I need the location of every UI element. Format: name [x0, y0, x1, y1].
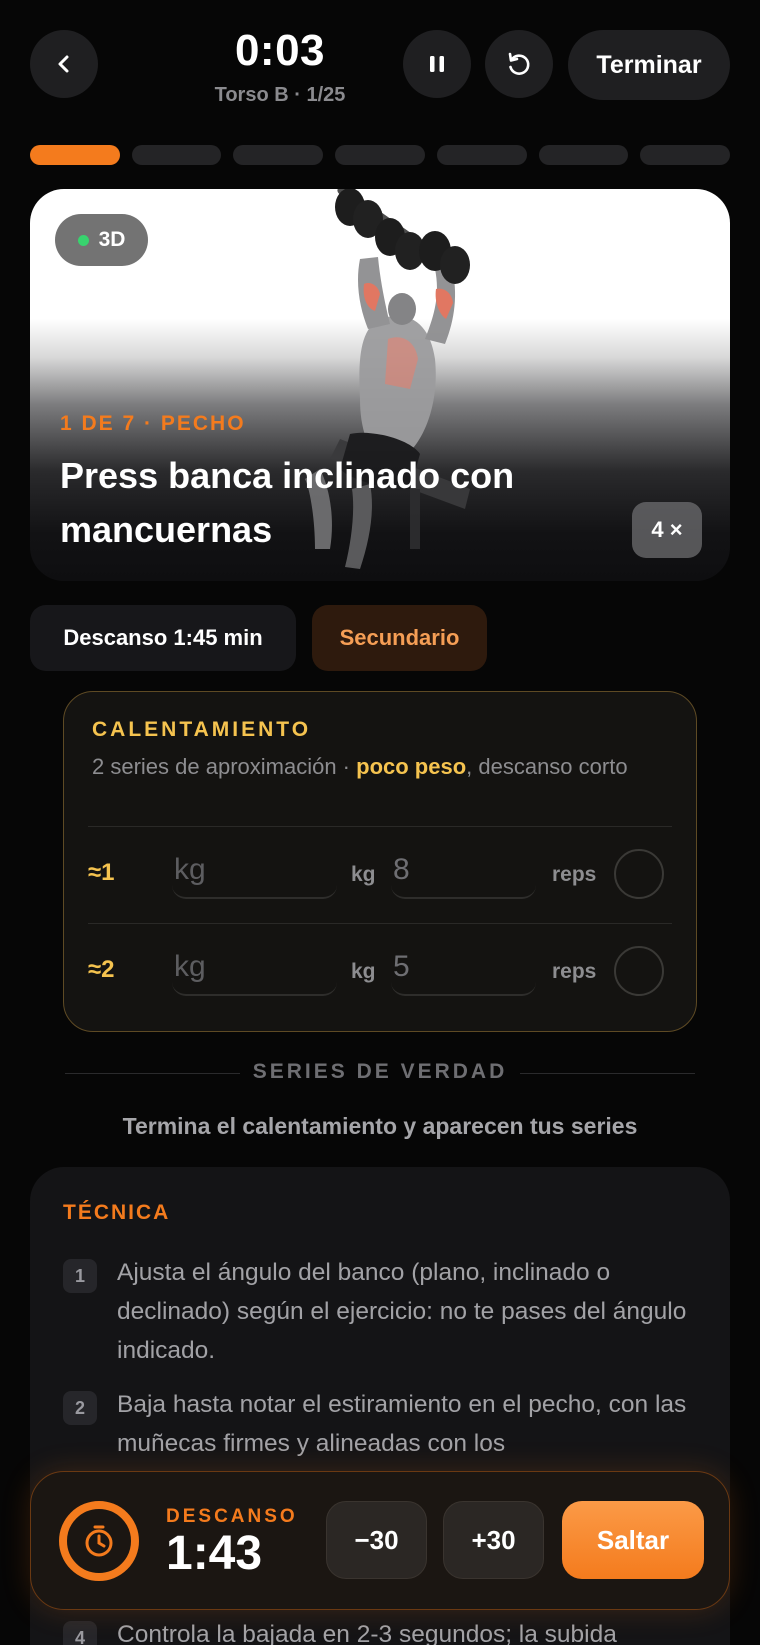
progress-segment — [335, 145, 425, 165]
pause-button[interactable] — [403, 30, 471, 98]
progress-segment — [538, 145, 629, 165]
exercise-role-tag: Secundario — [312, 605, 487, 671]
set-complete-checkbox[interactable] — [614, 946, 664, 996]
3d-toggle[interactable]: 3D — [55, 214, 148, 266]
sets-badge: 4 × — [632, 502, 702, 558]
set-complete-checkbox[interactable] — [614, 849, 664, 899]
warmup-row: ≈2 kg kg 5 reps — [64, 926, 696, 1016]
separator-line — [65, 1073, 240, 1074]
technique-title: TÉCNICA — [63, 1201, 171, 1224]
real-sets-heading: SERIES DE VERDAD — [252, 1060, 508, 1083]
warmup-desc-highlight: poco peso — [356, 754, 467, 779]
top-bar: 0:03 Torso B · 1/25 Terminar — [30, 26, 730, 106]
exercise-hero-card[interactable]: 3D 1 DE 7 · PECHO Press banca inclinado … — [30, 189, 730, 581]
restart-button[interactable] — [485, 30, 553, 98]
warmup-card: CALENTAMIENTO 2 series de aproximación ·… — [63, 691, 697, 1032]
step-text: Ajusta el ángulo del banco (plano, incli… — [117, 1259, 687, 1364]
stopwatch-icon — [85, 1525, 113, 1557]
progress-segment — [640, 145, 731, 165]
exercise-kicker: 1 DE 7 · PECHO — [60, 412, 246, 435]
finish-button[interactable]: Terminar — [568, 30, 730, 100]
reps-input[interactable]: 8 — [391, 849, 536, 899]
back-button[interactable] — [30, 30, 98, 98]
live-dot-icon — [77, 234, 89, 246]
warmup-set-label: ≈2 — [88, 956, 115, 983]
divider — [88, 826, 672, 827]
warmup-title: CALENTAMIENTO — [92, 718, 312, 741]
rest-countdown: 1:43 — [166, 1527, 263, 1580]
rest-duration-tag: Descanso 1:45 min — [30, 605, 296, 671]
workout-timer: 0:03 — [234, 26, 326, 75]
warmup-desc-prefix: 2 series de aproximación · — [92, 754, 357, 779]
workout-subtitle: Torso B · 1/25 — [214, 84, 346, 106]
subtract-30-button[interactable]: −30 — [326, 1501, 427, 1579]
step-text: Controla la bajada en 2-3 segundos; la s… — [117, 1621, 617, 1645]
progress-segment — [436, 145, 527, 165]
real-sets-hint: Termina el calentamiento y aparecen tus … — [122, 1113, 638, 1139]
warmup-row: ≈1 kg kg 8 reps — [64, 829, 696, 919]
warmup-description: 2 series de aproximación · poco peso, de… — [92, 750, 662, 783]
progress-segment — [233, 145, 324, 165]
step-number: 4 — [63, 1621, 97, 1645]
step-number: 2 — [63, 1391, 97, 1425]
exercise-progress — [30, 145, 731, 165]
pause-icon — [430, 56, 444, 72]
rest-timer-bar: DESCANSO 1:43 −30 +30 Saltar — [30, 1471, 730, 1610]
progress-segment — [131, 145, 222, 165]
exercise-title: Press banca inclinado con mancuernas — [60, 455, 515, 550]
weight-input[interactable]: kg — [172, 946, 337, 996]
3d-label: 3D — [98, 228, 126, 251]
reps-unit: reps — [552, 863, 597, 886]
step-text: Baja hasta notar el estiramiento en el p… — [117, 1391, 687, 1457]
weight-unit: kg — [351, 863, 376, 886]
rest-label: DESCANSO — [166, 1506, 298, 1527]
restart-icon — [508, 52, 530, 75]
add-30-button[interactable]: +30 — [443, 1501, 544, 1579]
step-number: 1 — [63, 1259, 97, 1293]
skip-rest-button[interactable]: Saltar — [562, 1501, 704, 1579]
separator-line — [520, 1073, 695, 1074]
warmup-set-label: ≈1 — [88, 859, 115, 886]
warmup-desc-suffix: , descanso corto — [466, 754, 628, 779]
weight-unit: kg — [351, 960, 376, 983]
progress-segment — [30, 145, 120, 165]
divider — [88, 923, 672, 924]
chevron-left-icon — [58, 55, 69, 73]
reps-input[interactable]: 5 — [391, 946, 536, 996]
weight-input[interactable]: kg — [172, 849, 337, 899]
rest-progress-ring — [59, 1501, 139, 1581]
reps-unit: reps — [552, 960, 597, 983]
